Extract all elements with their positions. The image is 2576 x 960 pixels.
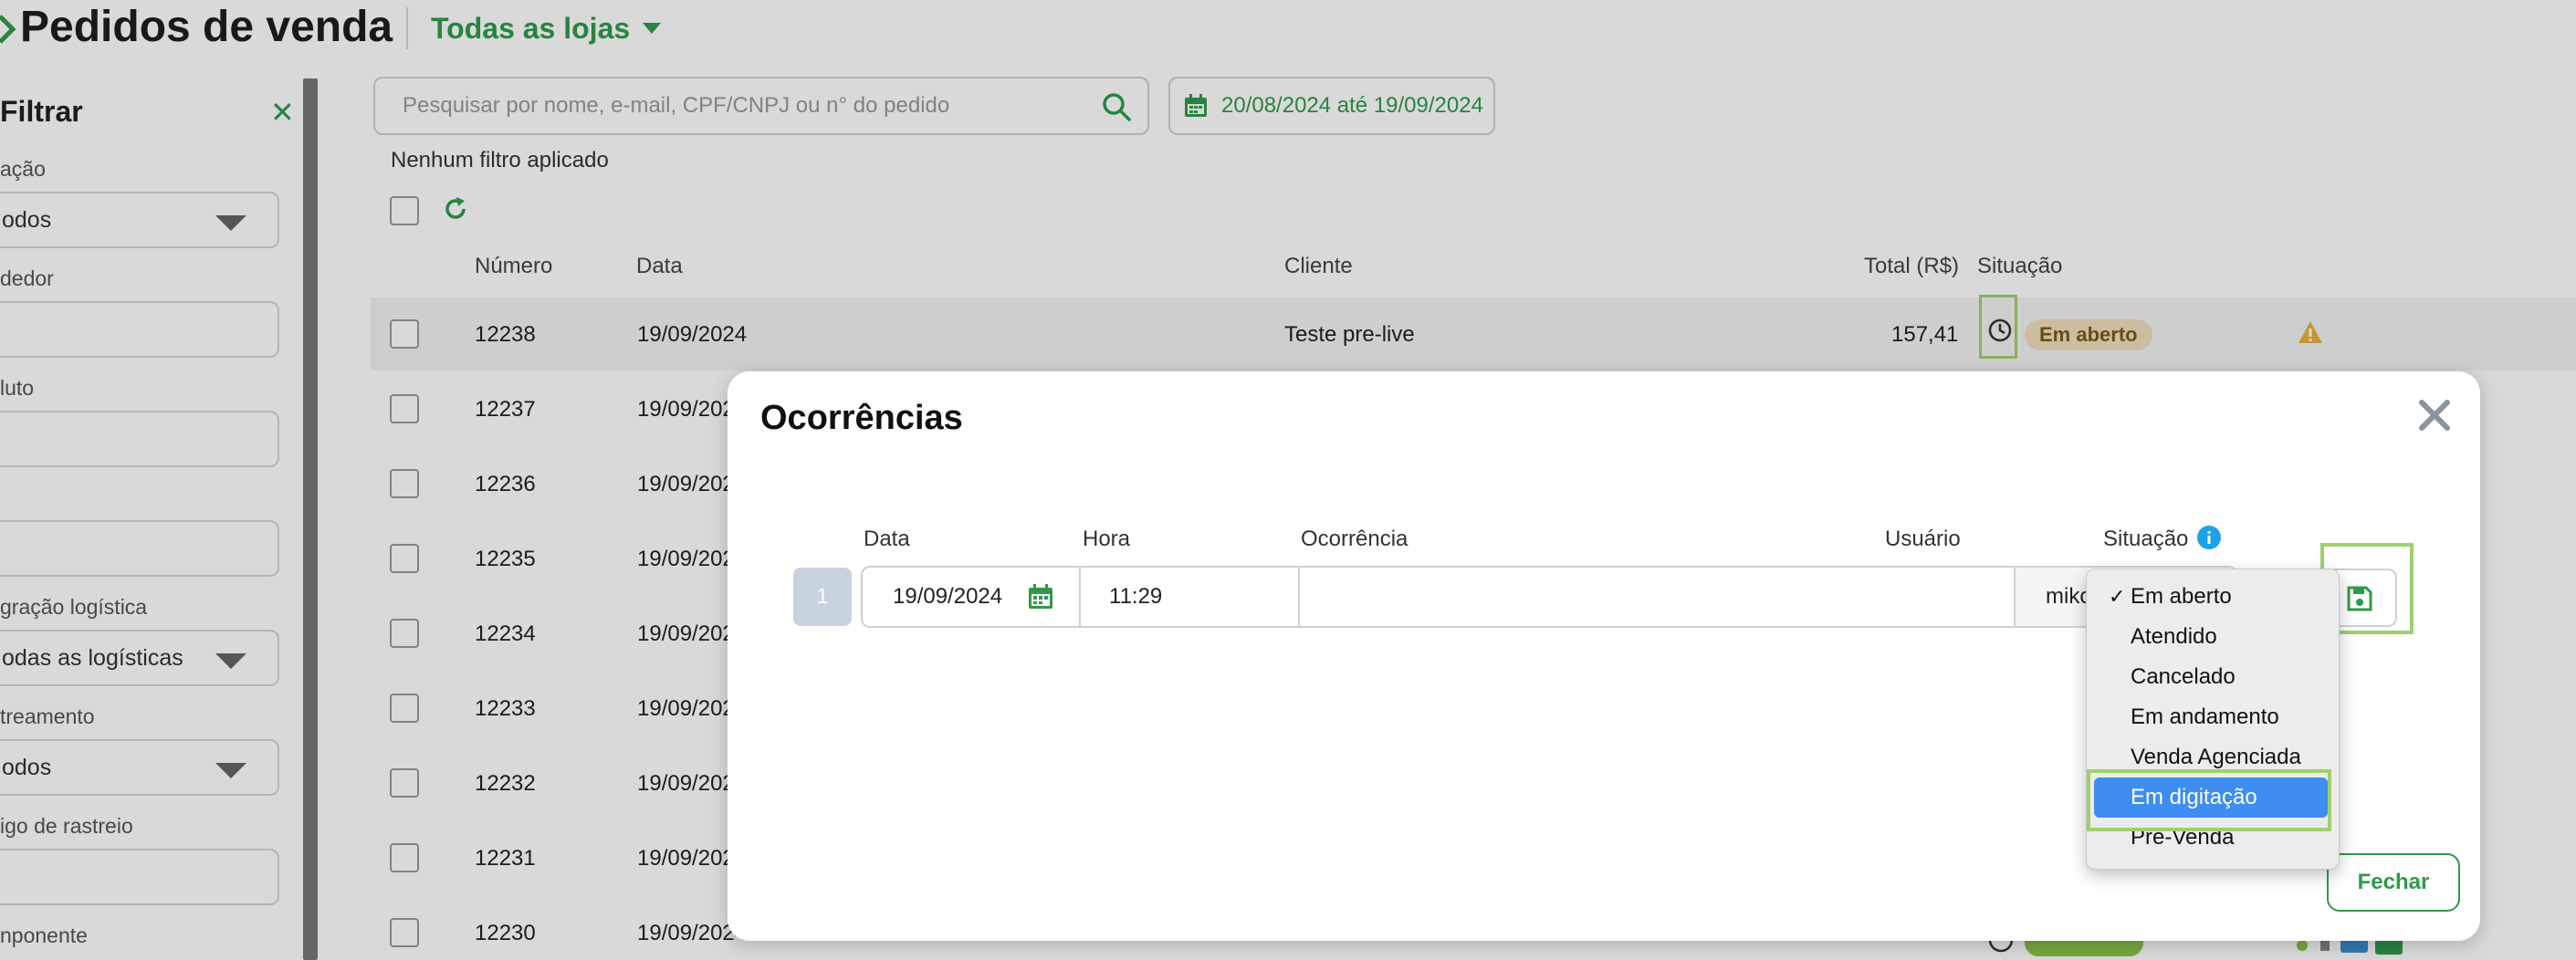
info-icon[interactable] xyxy=(2196,525,2222,550)
dropdown-option-em-aberto[interactable]: ✓ Em aberto xyxy=(2094,577,2328,617)
occurrence-text-input[interactable] xyxy=(1310,568,2004,626)
dropdown-option-atendido[interactable]: Atendido xyxy=(2094,617,2328,657)
field-divider xyxy=(1079,568,1081,626)
modal-header-ocorrencia: Ocorrência xyxy=(1301,527,1408,551)
dropdown-option-label: Cancelado xyxy=(2131,664,2236,689)
modal-header-hora: Hora xyxy=(1083,527,1131,551)
occurrence-time-input[interactable]: 11:29 xyxy=(1109,568,1162,626)
close-icon[interactable] xyxy=(2416,397,2453,433)
dropdown-option-label: Atendido xyxy=(2131,624,2217,649)
dropdown-option-highlight xyxy=(2087,769,2331,831)
modal-header-situacao: Situação xyxy=(2103,527,2189,551)
occurrence-entry: 19/09/2024 11:29 mikos xyxy=(861,566,2237,628)
modal-header-data: Data xyxy=(864,527,910,551)
modal-title: Ocorrências xyxy=(760,399,963,437)
calendar-icon[interactable] xyxy=(1027,583,1054,610)
close-button[interactable]: Fechar xyxy=(2327,853,2460,912)
field-divider xyxy=(1298,568,1300,626)
occurrence-index: 1 xyxy=(793,568,852,626)
occurrence-date-input[interactable]: 19/09/2024 xyxy=(893,568,1002,626)
dropdown-option-label: Venda Agenciada xyxy=(2131,745,2301,769)
dropdown-option-label: Em andamento xyxy=(2131,704,2279,729)
checkmark-icon: ✓ xyxy=(2109,585,2126,608)
dropdown-option-em-andamento[interactable]: Em andamento xyxy=(2094,697,2328,737)
dropdown-option-cancelado[interactable]: Cancelado xyxy=(2094,657,2328,697)
modal-header-usuario: Usuário xyxy=(1885,527,1961,551)
dropdown-option-label: Em aberto xyxy=(2131,584,2232,609)
app-root: Pedidos de venda Todas as lojas Filtrar … xyxy=(0,0,2576,960)
